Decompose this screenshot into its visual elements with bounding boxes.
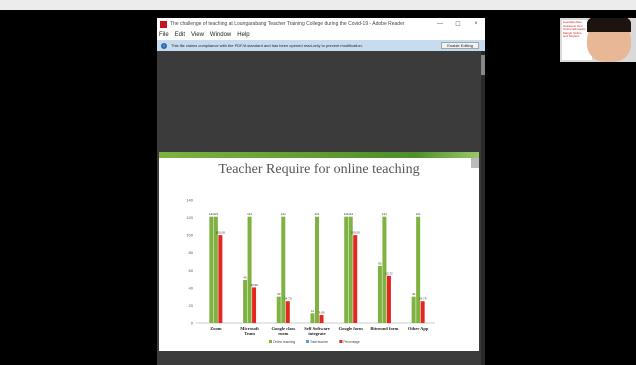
bar-total-teacher <box>247 216 252 323</box>
bar-online-teaching <box>411 296 416 323</box>
bar-online-teaching <box>310 313 315 323</box>
bar-online-teaching <box>243 279 248 323</box>
bar-online-teaching <box>276 296 281 323</box>
x-tick-label: Zoom <box>210 326 222 331</box>
bar-chart: 0 20 40 60 80 100 120 140 121 121 100.00 Zoom 49 121 4… <box>186 198 435 344</box>
bar-total-teacher <box>315 216 319 323</box>
data-label: 40.50 <box>250 283 258 287</box>
legend-swatch <box>339 340 343 343</box>
bar-percentage <box>319 315 324 323</box>
vertical-scrollbar[interactable] <box>481 51 485 365</box>
window-title: The challenge of teaching at Loungaraban… <box>170 21 405 27</box>
bar-percentage <box>218 235 223 323</box>
data-label: 30 <box>412 292 416 296</box>
bar-percentage <box>285 301 290 323</box>
x-tick-label: Team <box>244 331 255 336</box>
bar-total-teacher <box>382 216 387 323</box>
data-label: 9.09 <box>319 311 325 315</box>
bar-percentage <box>386 275 391 323</box>
data-label: 49 <box>243 275 247 279</box>
maximize-button[interactable]: ☐ <box>449 21 467 28</box>
data-label: 65 <box>378 261 382 265</box>
info-icon: i <box>161 42 167 49</box>
bar-online-teaching <box>344 216 349 323</box>
minimize-button[interactable]: — <box>431 21 449 28</box>
bar-percentage <box>353 235 358 323</box>
data-label: 121 <box>416 212 421 216</box>
data-label: 121 <box>213 212 218 216</box>
menu-help[interactable]: Help <box>237 32 249 38</box>
notice-message: This file claims compliance with the PDF… <box>171 43 363 48</box>
data-label: 121 <box>281 212 286 216</box>
adobe-reader-window: The challenge of teaching at Loungaraban… <box>157 18 485 365</box>
data-label: 24.79 <box>284 297 292 301</box>
webcam-thumbnail: Australia Alive Academic Tour Online Edu… <box>560 18 636 62</box>
menu-window[interactable]: Window <box>210 32 231 38</box>
legend-label: Online teaching <box>273 340 295 344</box>
y-tick-label: 20 <box>189 303 194 308</box>
pdf-icon <box>160 20 167 28</box>
slide-page: Teacher Require for online teaching 0 20 4… <box>159 152 479 351</box>
bar-percentage <box>420 301 425 323</box>
menu-edit[interactable]: Edit <box>175 32 185 38</box>
data-label: 100.00 <box>216 231 226 235</box>
data-label: 30 <box>277 292 281 296</box>
x-tick-label: Bitround form <box>370 326 398 331</box>
bar-online-teaching <box>377 265 382 323</box>
y-tick-label: 140 <box>186 198 193 203</box>
y-tick-label: 80 <box>189 250 194 255</box>
legend-label: Total teacher <box>310 340 329 344</box>
data-label: 121 <box>348 212 353 216</box>
document-area[interactable]: Teacher Require for online teaching 0 20 4… <box>157 51 481 365</box>
menu-view[interactable]: View <box>191 32 204 38</box>
data-label: 121 <box>247 212 252 216</box>
y-tick-label: 100 <box>186 233 193 238</box>
bar-total-teacher <box>416 216 421 323</box>
y-tick-label: 60 <box>189 268 194 273</box>
menu-bar: File Edit View Window Help <box>157 30 485 40</box>
close-button[interactable]: × <box>467 21 485 28</box>
bar-percentage <box>252 287 257 323</box>
bar-online-teaching <box>209 216 214 323</box>
data-label: 121 <box>382 212 387 216</box>
data-label: 24.79 <box>419 297 427 301</box>
y-tick-label: 40 <box>189 285 194 290</box>
x-tick-label: room <box>278 331 288 336</box>
menu-file[interactable]: File <box>159 32 169 38</box>
enable-editing-button[interactable]: Enable Editing <box>441 42 479 49</box>
legend-swatch <box>269 340 272 343</box>
y-tick-label: 0 <box>191 321 194 326</box>
bar-total-teacher <box>281 216 286 323</box>
y-tick-label: 120 <box>186 215 193 220</box>
scrollbar-thumb[interactable] <box>481 55 485 75</box>
x-tick-label: Other App <box>408 326 429 331</box>
x-tick-label: Google form <box>339 326 363 331</box>
legend-label: Percentage <box>343 340 360 344</box>
data-label: 53.72 <box>385 271 393 275</box>
x-tick-label: integrate <box>308 331 325 336</box>
legend-swatch <box>306 340 309 343</box>
title-bar: The challenge of teaching at Loungaraban… <box>157 18 485 30</box>
data-label: 121 <box>314 212 319 216</box>
presenter-hair <box>587 18 631 32</box>
data-label: 100.00 <box>351 231 361 235</box>
pdfa-notice-bar: i This file claims compliance with the P… <box>157 40 485 51</box>
top-strip <box>0 0 636 10</box>
data-label: 11 <box>311 309 314 313</box>
